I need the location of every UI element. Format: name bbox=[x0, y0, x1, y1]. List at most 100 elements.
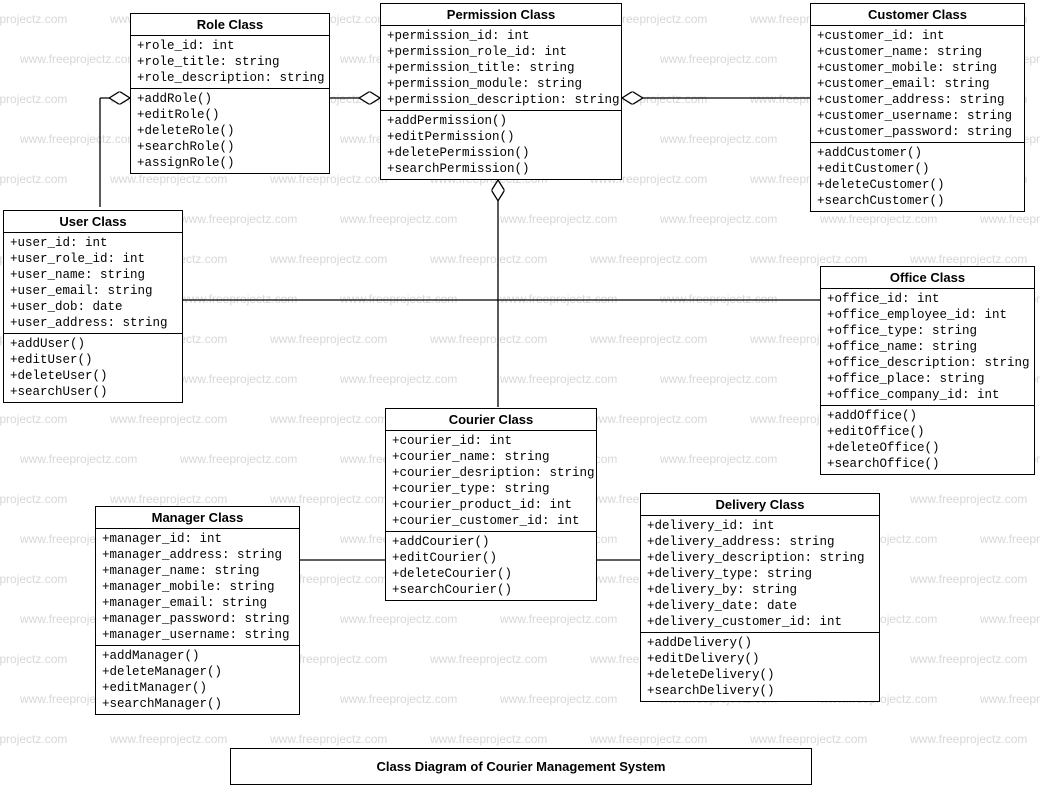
watermark-text: www.freeprojectz.com bbox=[20, 452, 137, 466]
class-member-row: +delivery_id: int bbox=[647, 518, 873, 534]
watermark-text: www.freeprojectz.com bbox=[430, 332, 547, 346]
class-member-row: +courier_product_id: int bbox=[392, 497, 590, 513]
watermark-text: www.freeprojectz.com bbox=[500, 692, 617, 706]
class-member-row: +searchDelivery() bbox=[647, 683, 873, 699]
class-member-row: +permission_description: string bbox=[387, 92, 615, 108]
watermark-text: www.freeprojectz.com bbox=[590, 332, 707, 346]
class-member-row: +deleteRole() bbox=[137, 123, 323, 139]
watermark-text: www.freeprojectz.com bbox=[820, 212, 937, 226]
diagram-title: Class Diagram of Courier Management Syst… bbox=[230, 748, 812, 785]
watermark-text: www.freeprojectz.com bbox=[0, 12, 67, 26]
attributes: +permission_id: int+permission_role_id: … bbox=[381, 26, 621, 111]
class-member-row: +deleteCourier() bbox=[392, 566, 590, 582]
watermark-text: www.freeprojectz.com bbox=[980, 212, 1040, 226]
class-member-row: +editDelivery() bbox=[647, 651, 873, 667]
watermark-text: www.freeprojectz.com bbox=[430, 652, 547, 666]
class-member-row: +searchRole() bbox=[137, 139, 323, 155]
class-member-row: +addCustomer() bbox=[817, 145, 1018, 161]
operations: +addRole()+editRole()+deleteRole()+searc… bbox=[131, 89, 329, 173]
operations: +addDelivery()+editDelivery()+deleteDeli… bbox=[641, 633, 879, 701]
watermark-text: www.freeprojectz.com bbox=[110, 412, 227, 426]
class-member-row: +office_place: string bbox=[827, 371, 1028, 387]
class-member-row: +editPermission() bbox=[387, 129, 615, 145]
class-member-row: +deleteUser() bbox=[10, 368, 176, 384]
class-member-row: +role_description: string bbox=[137, 70, 323, 86]
watermark-text: www.freeprojectz.com bbox=[660, 132, 777, 146]
class-member-row: +user_address: string bbox=[10, 315, 176, 331]
watermark-text: www.freeprojectz.com bbox=[180, 452, 297, 466]
class-title: Customer Class bbox=[811, 4, 1024, 26]
class-member-row: +manager_name: string bbox=[102, 563, 293, 579]
class-member-row: +editCustomer() bbox=[817, 161, 1018, 177]
class-member-row: +permission_module: string bbox=[387, 76, 615, 92]
diagram-canvas: www.freeprojectz.com www.freeprojectz.com… bbox=[0, 0, 1040, 792]
class-member-row: +role_title: string bbox=[137, 54, 323, 70]
attributes: +customer_id: int+customer_name: string+… bbox=[811, 26, 1024, 143]
watermark-text: www.freeprojectz.com bbox=[590, 412, 707, 426]
class-member-row: +delivery_by: string bbox=[647, 582, 873, 598]
class-title: User Class bbox=[4, 211, 182, 233]
class-member-row: +delivery_description: string bbox=[647, 550, 873, 566]
class-member-row: +delivery_customer_id: int bbox=[647, 614, 873, 630]
watermark-text: www.freeprojectz.com bbox=[430, 252, 547, 266]
class-member-row: +permission_role_id: int bbox=[387, 44, 615, 60]
class-member-row: +user_role_id: int bbox=[10, 251, 176, 267]
class-member-row: +manager_address: string bbox=[102, 547, 293, 563]
watermark-text: www.freeprojectz.com bbox=[660, 292, 777, 306]
watermark-text: www.freeprojectz.com bbox=[750, 732, 867, 746]
watermark-text: www.freeprojectz.com bbox=[500, 212, 617, 226]
class-member-row: +customer_username: string bbox=[817, 108, 1018, 124]
watermark-text: www.freeprojectz.com bbox=[910, 652, 1027, 666]
attributes: +manager_id: int+manager_address: string… bbox=[96, 529, 299, 646]
class-member-row: +permission_title: string bbox=[387, 60, 615, 76]
class-member-row: +editUser() bbox=[10, 352, 176, 368]
watermark-text: www.freeprojectz.com bbox=[270, 492, 387, 506]
watermark-text: www.freeprojectz.com bbox=[910, 252, 1027, 266]
watermark-text: www.freeprojectz.com bbox=[980, 612, 1040, 626]
operations: +addPermission()+editPermission()+delete… bbox=[381, 111, 621, 179]
class-member-row: +office_company_id: int bbox=[827, 387, 1028, 403]
operations: +addCourier()+editCourier()+deleteCourie… bbox=[386, 532, 596, 600]
watermark-text: www.freeprojectz.com bbox=[0, 652, 67, 666]
class-member-row: +addPermission() bbox=[387, 113, 615, 129]
class-member-row: +manager_password: string bbox=[102, 611, 293, 627]
class-member-row: +role_id: int bbox=[137, 38, 323, 54]
class-member-row: +customer_id: int bbox=[817, 28, 1018, 44]
attributes: +office_id: int+office_employee_id: int+… bbox=[821, 289, 1034, 406]
class-member-row: +courier_type: string bbox=[392, 481, 590, 497]
class-member-row: +user_name: string bbox=[10, 267, 176, 283]
class-member-row: +searchUser() bbox=[10, 384, 176, 400]
class-member-row: +delivery_address: string bbox=[647, 534, 873, 550]
class-member-row: +editCourier() bbox=[392, 550, 590, 566]
watermark-text: www.freeprojectz.com bbox=[590, 732, 707, 746]
class-member-row: +addRole() bbox=[137, 91, 323, 107]
watermark-text: www.freeprojectz.com bbox=[750, 252, 867, 266]
class-member-row: +courier_desription: string bbox=[392, 465, 590, 481]
operations: +addCustomer()+editCustomer()+deleteCust… bbox=[811, 143, 1024, 211]
watermark-text: www.freeprojectz.com bbox=[340, 692, 457, 706]
class-manager: Manager Class +manager_id: int+manager_a… bbox=[95, 506, 300, 715]
attributes: +courier_id: int+courier_name: string+co… bbox=[386, 431, 596, 532]
class-user: User Class +user_id: int+user_role_id: i… bbox=[3, 210, 183, 403]
class-member-row: +editOffice() bbox=[827, 424, 1028, 440]
class-title: Role Class bbox=[131, 14, 329, 36]
watermark-text: www.freeprojectz.com bbox=[660, 372, 777, 386]
watermark-text: www.freeprojectz.com bbox=[910, 572, 1027, 586]
watermark-text: www.freeprojectz.com bbox=[270, 732, 387, 746]
watermark-text: www.freeprojectz.com bbox=[660, 452, 777, 466]
class-member-row: +deletePermission() bbox=[387, 145, 615, 161]
class-member-row: +deleteDelivery() bbox=[647, 667, 873, 683]
class-title: Manager Class bbox=[96, 507, 299, 529]
attributes: +delivery_id: int+delivery_address: stri… bbox=[641, 516, 879, 633]
class-courier: Courier Class +courier_id: int+courier_n… bbox=[385, 408, 597, 601]
class-member-row: +deleteCustomer() bbox=[817, 177, 1018, 193]
class-member-row: +searchOffice() bbox=[827, 456, 1028, 472]
class-member-row: +editRole() bbox=[137, 107, 323, 123]
watermark-text: www.freeprojectz.com bbox=[980, 692, 1040, 706]
class-delivery: Delivery Class +delivery_id: int+deliver… bbox=[640, 493, 880, 702]
class-member-row: +addDelivery() bbox=[647, 635, 873, 651]
class-title: Delivery Class bbox=[641, 494, 879, 516]
watermark-text: www.freeprojectz.com bbox=[270, 412, 387, 426]
class-member-row: +addCourier() bbox=[392, 534, 590, 550]
class-member-row: +manager_username: string bbox=[102, 627, 293, 643]
